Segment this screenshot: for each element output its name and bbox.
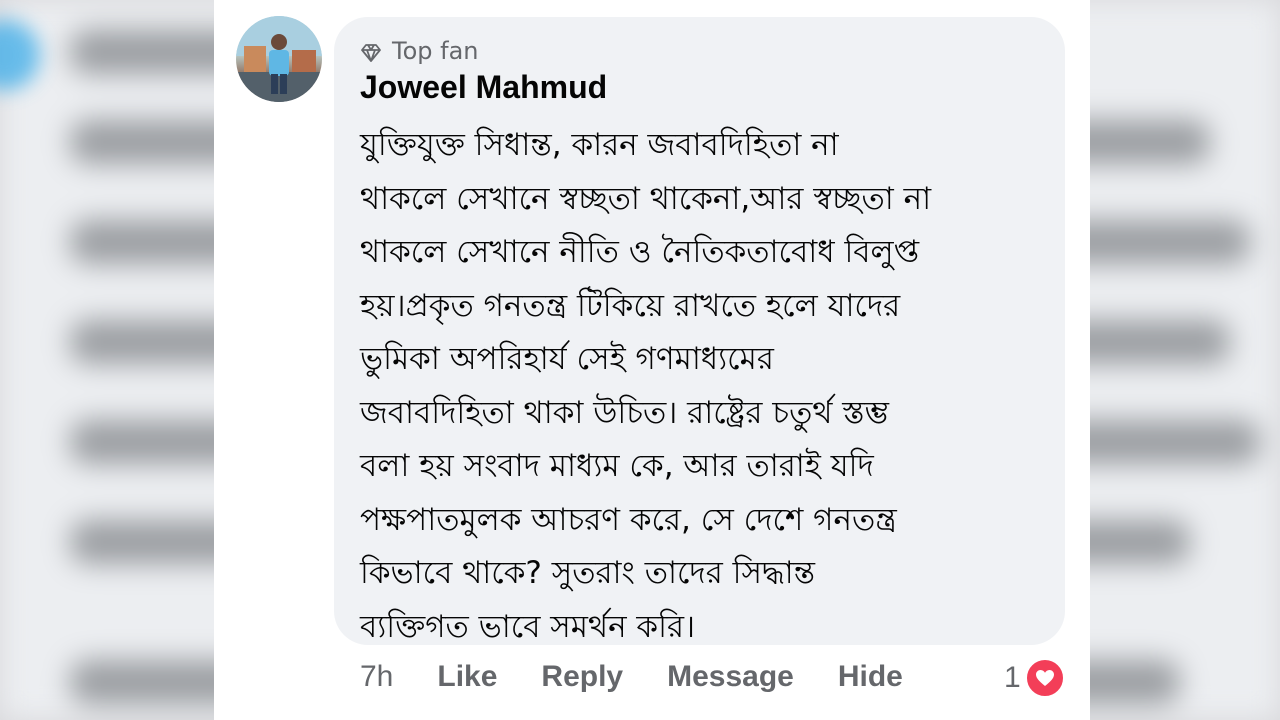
heart-icon	[1024, 658, 1065, 698]
avatar[interactable]	[236, 16, 322, 102]
top-fan-badge: Top fan	[360, 37, 479, 65]
screenshot-stage: Top fan Joweel Mahmud যুক্তিযুক্ত সিধান্…	[0, 0, 1280, 720]
comment-timestamp[interactable]: 7h	[360, 660, 393, 694]
comment-card: Top fan Joweel Mahmud যুক্তিযুক্ত সিধান্…	[214, 0, 1090, 720]
message-button[interactable]: Message	[667, 660, 794, 694]
reaction-count: 1	[1004, 661, 1021, 694]
comment-actions: 7h Like Reply Message Hide	[360, 660, 947, 694]
reaction-summary[interactable]: 1	[1004, 658, 1065, 698]
hide-button[interactable]: Hide	[838, 660, 903, 694]
comment-text: যুক্তিযুক্ত সিধান্ত, কারন জবাবদিহিতা না …	[360, 127, 932, 645]
comment-bubble: Top fan Joweel Mahmud যুক্তিযুক্ত সিধান্…	[334, 17, 1065, 645]
top-fan-label: Top fan	[392, 37, 479, 65]
like-button[interactable]: Like	[437, 660, 497, 694]
author-name[interactable]: Joweel Mahmud	[360, 69, 607, 106]
diamond-icon	[360, 41, 382, 62]
reply-button[interactable]: Reply	[541, 660, 623, 694]
